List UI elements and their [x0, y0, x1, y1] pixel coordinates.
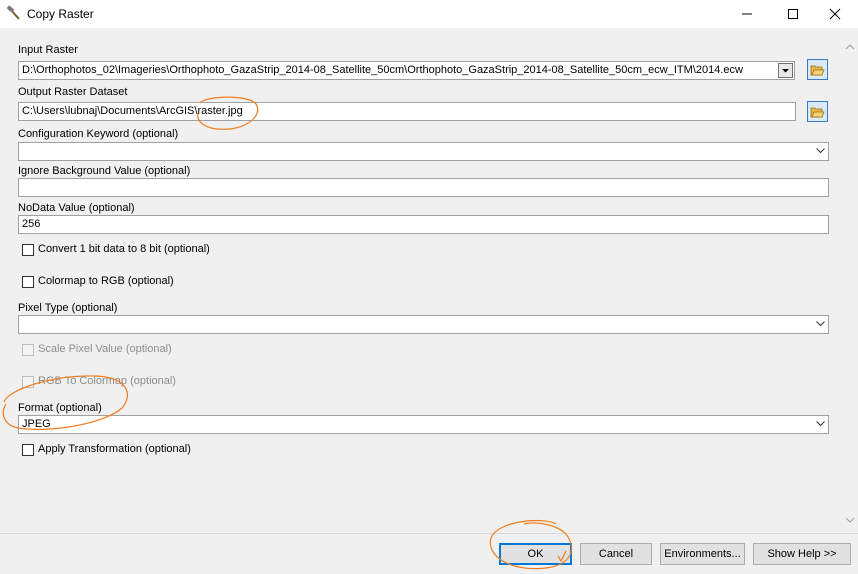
colormap-rgb-checkbox[interactable]	[22, 276, 34, 288]
folder-open-icon	[810, 107, 825, 118]
input-raster-value: D:\Orthophotos_02\Imageries\Orthophoto_G…	[22, 64, 743, 76]
ignore-background-input[interactable]	[18, 178, 829, 197]
cancel-button[interactable]: Cancel	[580, 543, 652, 565]
hammer-icon	[6, 5, 22, 21]
parameters-panel: Input Raster D:\Orthophotos_02\Imageries…	[0, 28, 840, 533]
show-help-button[interactable]: Show Help >>	[753, 543, 851, 565]
chevron-down-icon	[816, 148, 825, 154]
maximize-button[interactable]	[770, 0, 816, 28]
chevron-down-icon	[782, 69, 789, 73]
pixel-type-select[interactable]	[18, 315, 829, 334]
nodata-value: 256	[22, 218, 41, 230]
colormap-rgb-label: Colormap to RGB (optional)	[38, 275, 174, 287]
scale-pixel-checkbox	[22, 344, 34, 356]
maximize-icon	[788, 9, 798, 19]
ok-button[interactable]: OK	[499, 543, 572, 565]
input-raster-combo[interactable]: D:\Orthophotos_02\Imageries\Orthophoto_G…	[18, 61, 795, 80]
close-icon	[829, 8, 841, 20]
output-raster-browse-button[interactable]	[807, 101, 828, 122]
environments-button[interactable]: Environments...	[660, 543, 745, 565]
pixel-type-label: Pixel Type (optional)	[18, 302, 118, 314]
nodata-label: NoData Value (optional)	[18, 202, 135, 214]
output-raster-value: C:\Users\lubnaj\Documents\ArcGIS\raster.…	[22, 105, 243, 117]
ignore-background-label: Ignore Background Value (optional)	[18, 165, 191, 177]
input-raster-dropdown-button[interactable]	[778, 63, 793, 78]
scale-pixel-label: Scale Pixel Value (optional)	[38, 343, 172, 355]
rgb-colormap-checkbox	[22, 376, 34, 388]
window-title: Copy Raster	[27, 7, 94, 21]
chevron-down-icon	[816, 421, 825, 427]
output-raster-label: Output Raster Dataset	[18, 86, 128, 98]
nodata-input[interactable]: 256	[18, 215, 829, 234]
vertical-scrollbar[interactable]	[842, 40, 858, 528]
dialog-body: Input Raster D:\Orthophotos_02\Imageries…	[0, 28, 858, 574]
format-value: JPEG	[22, 418, 51, 430]
close-button[interactable]	[812, 0, 858, 28]
config-keyword-label: Configuration Keyword (optional)	[18, 128, 179, 140]
apply-transform-checkbox[interactable]	[22, 444, 34, 456]
scroll-up-icon[interactable]	[845, 43, 855, 50]
folder-open-icon	[810, 65, 825, 76]
title-bar: Copy Raster	[0, 0, 858, 28]
scroll-down-icon[interactable]	[845, 517, 855, 524]
input-raster-browse-button[interactable]	[807, 59, 828, 80]
rgb-colormap-label: RGB To Colormap (optional)	[38, 375, 176, 387]
input-raster-label: Input Raster	[18, 44, 78, 56]
chevron-down-icon	[816, 321, 825, 327]
apply-transform-label: Apply Transformation (optional)	[38, 443, 191, 455]
format-select[interactable]: JPEG	[18, 415, 829, 434]
convert-1bit-label: Convert 1 bit data to 8 bit (optional)	[38, 243, 210, 255]
format-label: Format (optional)	[18, 402, 102, 414]
convert-1bit-checkbox[interactable]	[22, 244, 34, 256]
footer-divider	[0, 533, 858, 534]
config-keyword-select[interactable]	[18, 142, 829, 161]
minimize-icon	[742, 13, 752, 15]
minimize-button[interactable]	[724, 0, 770, 28]
output-raster-input[interactable]: C:\Users\lubnaj\Documents\ArcGIS\raster.…	[18, 102, 796, 121]
